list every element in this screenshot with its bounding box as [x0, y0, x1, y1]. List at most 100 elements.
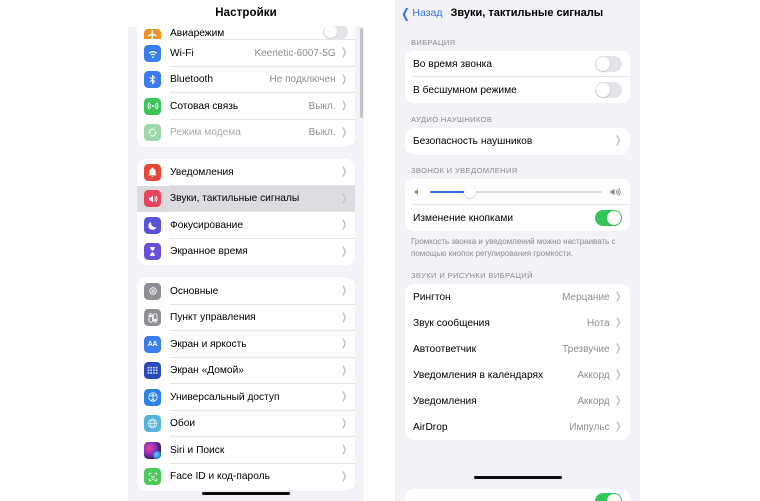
vibrate-on-silent-toggle[interactable]	[595, 82, 622, 98]
row-calendar-alerts[interactable]: Уведомления в календарях Аккорд ❯	[405, 362, 630, 389]
row-voicemail[interactable]: Автоответчик Трезвучие ❯	[405, 336, 630, 363]
speaker-low-icon	[413, 187, 423, 197]
row-text-tone[interactable]: Звук сообщения Нота ❯	[405, 310, 630, 337]
sidebar-item-airplane-mode[interactable]: Авиарежим	[137, 26, 355, 40]
sidebar-item-general[interactable]: Основные ❯	[137, 278, 355, 305]
sidebar-item-face-id-passcode[interactable]: Face ID и код-пароль ❯	[137, 463, 355, 490]
chevron-right-icon: ❯	[340, 100, 347, 112]
sidebar-item-wifi[interactable]: Wi-Fi Keenetic-6007-5G ❯	[137, 40, 355, 67]
sidebar-item-label: Экран «Домой»	[170, 365, 244, 377]
bell-icon	[144, 163, 161, 181]
row-ringtone[interactable]: Рингтон Мерцание ❯	[405, 284, 630, 311]
sidebar-item-notifications[interactable]: Уведомления ❯	[137, 159, 355, 186]
sidebar-item-label: Экран и яркость	[170, 338, 247, 350]
sidebar-item-wallpaper[interactable]: Обои ❯	[137, 410, 355, 437]
chevron-right-icon: ❯	[340, 417, 347, 429]
chevron-right-icon: ❯	[340, 73, 347, 85]
speaker-icon	[144, 190, 161, 208]
settings-group-connectivity: Авиарежим Wi-Fi Keenetic-6007-5G ❯ Bluet…	[137, 26, 355, 146]
chevron-right-icon: ❯	[340, 444, 347, 456]
sidebar-item-label: Экранное время	[170, 246, 248, 258]
chevron-right-icon: ❯	[340, 47, 347, 59]
row-vibrate-on-ring[interactable]: Во время звонка	[405, 51, 630, 77]
sidebar-item-control-center[interactable]: Пункт управления ❯	[137, 304, 355, 331]
chevron-right-icon: ❯	[340, 364, 347, 376]
sidebar-item-focus[interactable]: Фокусирование ❯	[137, 212, 355, 239]
row-label: Уведомления в календарях	[413, 369, 544, 381]
chevron-right-icon: ❯	[614, 135, 621, 146]
slider-knob[interactable]	[463, 186, 476, 198]
row-value: Аккорд	[577, 395, 610, 407]
screenshot-root: Настройки Авиарежим Wi-Fi Keenetic-6007-…	[0, 0, 760, 501]
section-card-vibration: Во время звонка В бесшумном режиме	[405, 51, 630, 103]
sidebar-item-bluetooth[interactable]: Bluetooth Не подключен ❯	[137, 66, 355, 93]
sidebar-item-display-brightness[interactable]: AA Экран и яркость ❯	[137, 331, 355, 358]
siri-icon	[144, 441, 161, 459]
sidebar-item-accessibility[interactable]: Универсальный доступ ❯	[137, 384, 355, 411]
sidebar-item-label: Уведомления	[170, 166, 234, 178]
home-indicator	[202, 491, 290, 495]
settings-scrollbar[interactable]	[360, 28, 363, 498]
sidebar-item-sounds-haptics[interactable]: Звуки, тактильные сигналы ❯	[137, 185, 355, 212]
chevron-right-icon: ❯	[340, 285, 347, 297]
back-button[interactable]: ❮ Назад	[400, 5, 443, 21]
row-change-with-buttons[interactable]: Изменение кнопками	[405, 205, 630, 231]
row-airdrop[interactable]: AirDrop Импульс ❯	[405, 414, 630, 441]
airplane-mode-toggle[interactable]	[323, 26, 348, 39]
row-label: Изменение кнопками	[413, 212, 514, 224]
settings-group-system: Основные ❯ Пункт управления ❯ AA Экран и…	[137, 278, 355, 490]
section-header-headphone-audio: АУДИО НАУШНИКОВ	[411, 115, 493, 124]
sidebar-item-personal-hotspot[interactable]: Режим модема Выкл. ❯	[137, 119, 355, 146]
sidebar-item-cellular[interactable]: Сотовая связь Выкл. ❯	[137, 93, 355, 120]
section-header-vibration: ВИБРАЦИЯ	[411, 38, 456, 47]
row-label: AirDrop	[413, 421, 448, 433]
scrollbar-thumb[interactable]	[360, 28, 363, 118]
sidebar-item-siri-search[interactable]: Siri и Поиск ❯	[137, 437, 355, 464]
home-screen-icon	[144, 362, 161, 380]
sounds-scroll-area[interactable]: ВИБРАЦИЯ Во время звонка В бесшумном реж…	[395, 26, 640, 441]
row-label: Уведомления	[413, 395, 477, 407]
page-title: Звуки, тактильные сигналы	[450, 7, 604, 19]
row-label: Во время звонка	[413, 58, 492, 70]
ringer-volume-slider[interactable]	[430, 186, 602, 198]
row-ringer-volume[interactable]	[405, 179, 630, 205]
toggle-knob	[595, 57, 610, 71]
wifi-network-value: Keenetic-6007-5G	[254, 47, 336, 59]
chevron-left-icon: ❮	[401, 5, 410, 21]
section-footer-ringer-alerts: Громкость звонка и уведомлений можно нас…	[411, 237, 616, 258]
row-value: Импульс	[569, 421, 610, 433]
back-button-label: Назад	[412, 7, 443, 19]
sidebar-item-label: Фокусирование	[170, 219, 244, 231]
hotspot-status-value: Выкл.	[308, 127, 336, 139]
row-label: Безопасность наушников	[413, 135, 533, 147]
sidebar-item-home-screen[interactable]: Экран «Домой» ❯	[137, 357, 355, 384]
chevron-right-icon: ❯	[614, 291, 621, 303]
sidebar-item-label: Wi-Fi	[170, 47, 194, 59]
chevron-right-icon: ❯	[340, 219, 347, 231]
chevron-right-icon: ❯	[614, 343, 621, 355]
chevron-right-icon: ❯	[340, 166, 347, 178]
sidebar-item-label: Основные	[170, 285, 219, 297]
settings-scroll-area[interactable]: Авиарежим Wi-Fi Keenetic-6007-5G ❯ Bluet…	[128, 26, 364, 501]
cellular-status-value: Выкл.	[308, 100, 336, 112]
settings-group-alerts: Уведомления ❯ Звуки, тактильные сигналы …	[137, 159, 355, 265]
page-title: Настройки	[215, 7, 277, 19]
change-with-buttons-toggle[interactable]	[595, 210, 622, 226]
row-vibrate-on-silent[interactable]: В бесшумном режиме	[405, 77, 630, 103]
sidebar-item-label: Обои	[170, 418, 196, 430]
row-label: В бесшумном режиме	[413, 84, 517, 96]
chevron-right-icon: ❯	[340, 311, 347, 323]
row-label: Рингтон	[413, 291, 451, 303]
chevron-right-icon: ❯	[340, 338, 347, 350]
sidebar-item-screen-time[interactable]: Экранное время ❯	[137, 238, 355, 265]
chevron-right-icon: ❯	[340, 126, 347, 138]
chevron-right-icon: ❯	[614, 317, 621, 329]
partial-toggle[interactable]	[595, 493, 622, 501]
moon-icon	[144, 216, 161, 234]
sidebar-item-label: Пункт управления	[170, 312, 256, 324]
row-headphone-safety[interactable]: Безопасность наушников ❯	[405, 128, 630, 154]
toggle-knob	[607, 493, 622, 501]
vibrate-on-ring-toggle[interactable]	[595, 56, 622, 72]
row-reminder-alerts[interactable]: Уведомления Аккорд ❯	[405, 388, 630, 415]
next-section-card-partial	[405, 489, 630, 501]
